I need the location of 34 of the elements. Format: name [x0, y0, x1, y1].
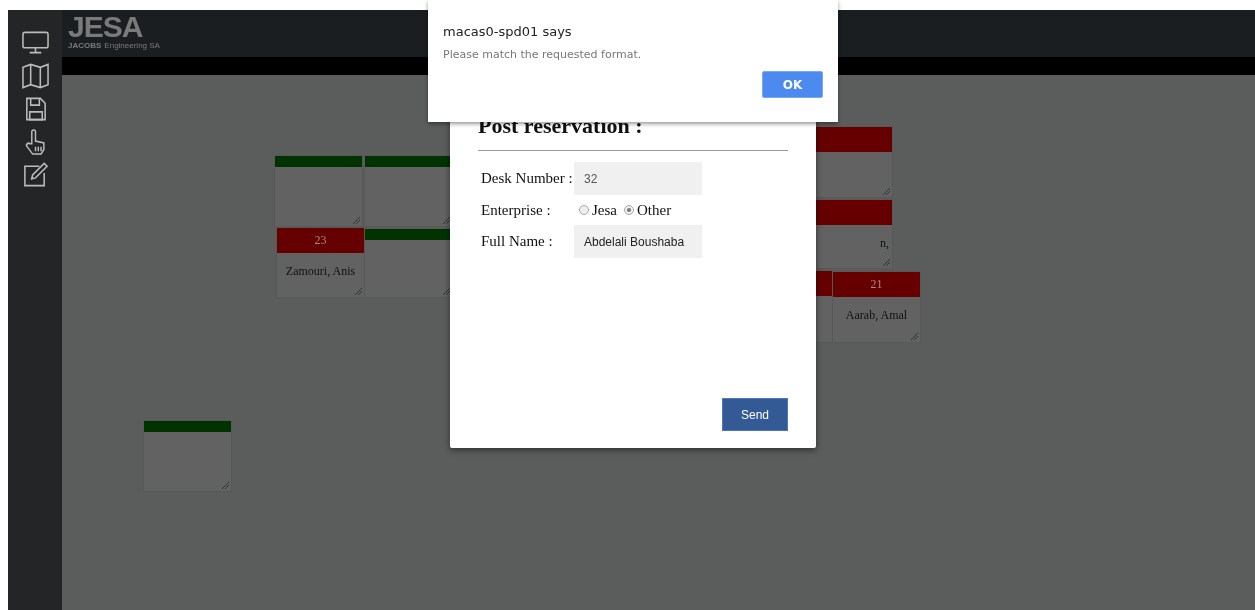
- radio-label: Other: [637, 201, 672, 219]
- desk-number-field[interactable]: 32: [574, 162, 702, 195]
- resize-grip-icon[interactable]: [221, 481, 229, 489]
- occupant-name: Aarab, Amal: [845, 308, 908, 322]
- company-subtitle: Engineering SA: [104, 42, 160, 50]
- desk-card[interactable]: 21 Aarab, Amal: [832, 271, 921, 343]
- desk-number: 21: [870, 277, 883, 292]
- occupant-name: n,: [880, 236, 889, 250]
- field-label: Desk Number :: [480, 170, 574, 187]
- radio-button[interactable]: [579, 205, 589, 215]
- monitor-icon[interactable]: [21, 30, 49, 56]
- resize-grip-icon[interactable]: [352, 216, 360, 224]
- alert-message: Please match the requested format.: [443, 48, 643, 61]
- edit-icon[interactable]: [21, 162, 49, 188]
- company-name: JACOBS: [68, 42, 102, 50]
- desk-card[interactable]: [364, 155, 453, 227]
- resize-grip-icon[interactable]: [882, 258, 890, 266]
- ok-button[interactable]: OK: [762, 71, 823, 98]
- alert-title: macas0-spd01 says: [443, 24, 573, 39]
- radio-button[interactable]: [624, 205, 634, 215]
- occupant-name: Zamouri, Anis: [285, 264, 356, 278]
- map-icon[interactable]: [21, 63, 49, 89]
- full-name-field[interactable]: Abdelali Boushaba: [574, 225, 702, 258]
- desk-number: 23: [314, 233, 327, 248]
- desk-card[interactable]: 23 Zamouri, Anis: [276, 227, 365, 298]
- resize-grip-icon[interactable]: [910, 332, 918, 340]
- resize-grip-icon[interactable]: [882, 187, 890, 195]
- field-label: Enterprise :: [480, 201, 552, 219]
- send-button[interactable]: Send: [722, 398, 788, 431]
- desk-card[interactable]: [364, 228, 453, 298]
- radio-label: Jesa: [592, 201, 617, 219]
- logo-text: JESA: [68, 12, 144, 42]
- resize-grip-icon[interactable]: [354, 287, 362, 295]
- field-label: Full Name :: [480, 233, 554, 250]
